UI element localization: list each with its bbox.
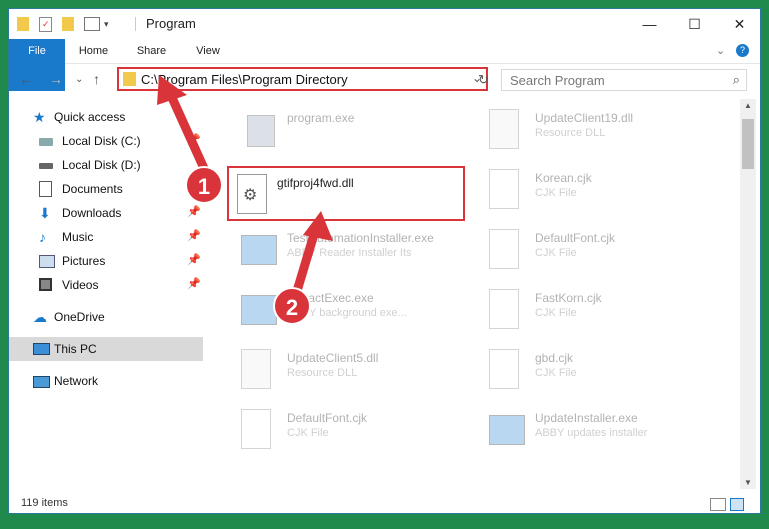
step-badge-1: 1	[185, 166, 223, 204]
arrow-2-head	[303, 211, 333, 241]
annotation-arrows	[157, 75, 333, 306]
step-badge-2: 2	[273, 287, 311, 325]
arrow-1-shaft	[164, 86, 212, 180]
explorer-window: ✓ ▾ Program — ☐ ✕ File Home Share View ⌄…	[8, 8, 761, 514]
